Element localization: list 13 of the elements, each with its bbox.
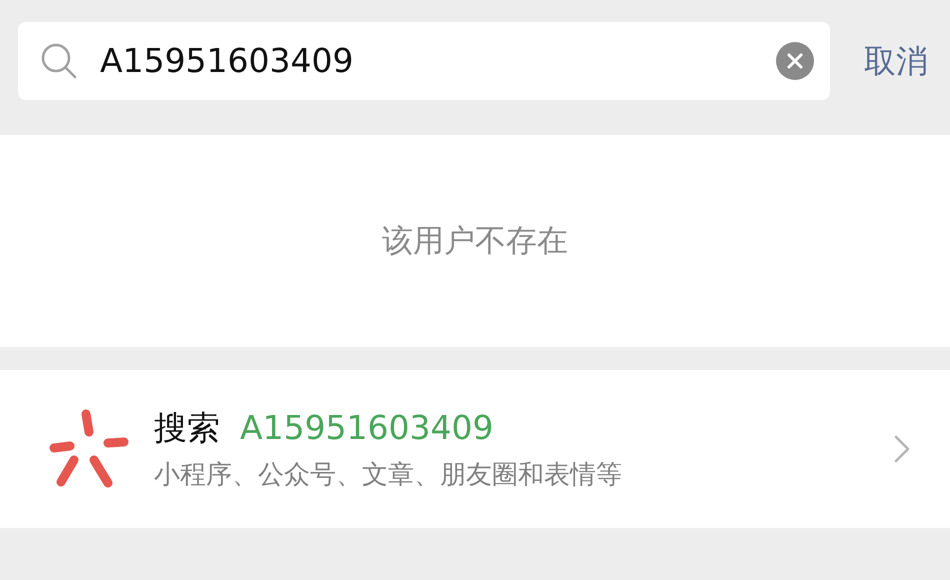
suggestion-query: A15951603409 [240, 406, 494, 449]
clear-button[interactable] [776, 42, 814, 80]
search-suggestion-row[interactable]: 搜索 A15951603409 小程序、公众号、文章、朋友圈和表情等 [0, 370, 950, 528]
suggestion-label: 搜索 [154, 406, 220, 449]
asterisk-logo-icon [48, 408, 130, 490]
search-bar[interactable]: A15951603409 [18, 22, 830, 100]
cancel-button[interactable]: 取消 [864, 22, 928, 100]
clear-icon [787, 53, 803, 69]
suggestion-description: 小程序、公众号、文章、朋友圈和表情等 [154, 459, 623, 492]
search-field[interactable]: A15951603409 [78, 36, 776, 86]
empty-message: 该用户不存在 [382, 222, 568, 261]
chevron-right-icon [894, 435, 910, 463]
search-icon [40, 42, 78, 80]
